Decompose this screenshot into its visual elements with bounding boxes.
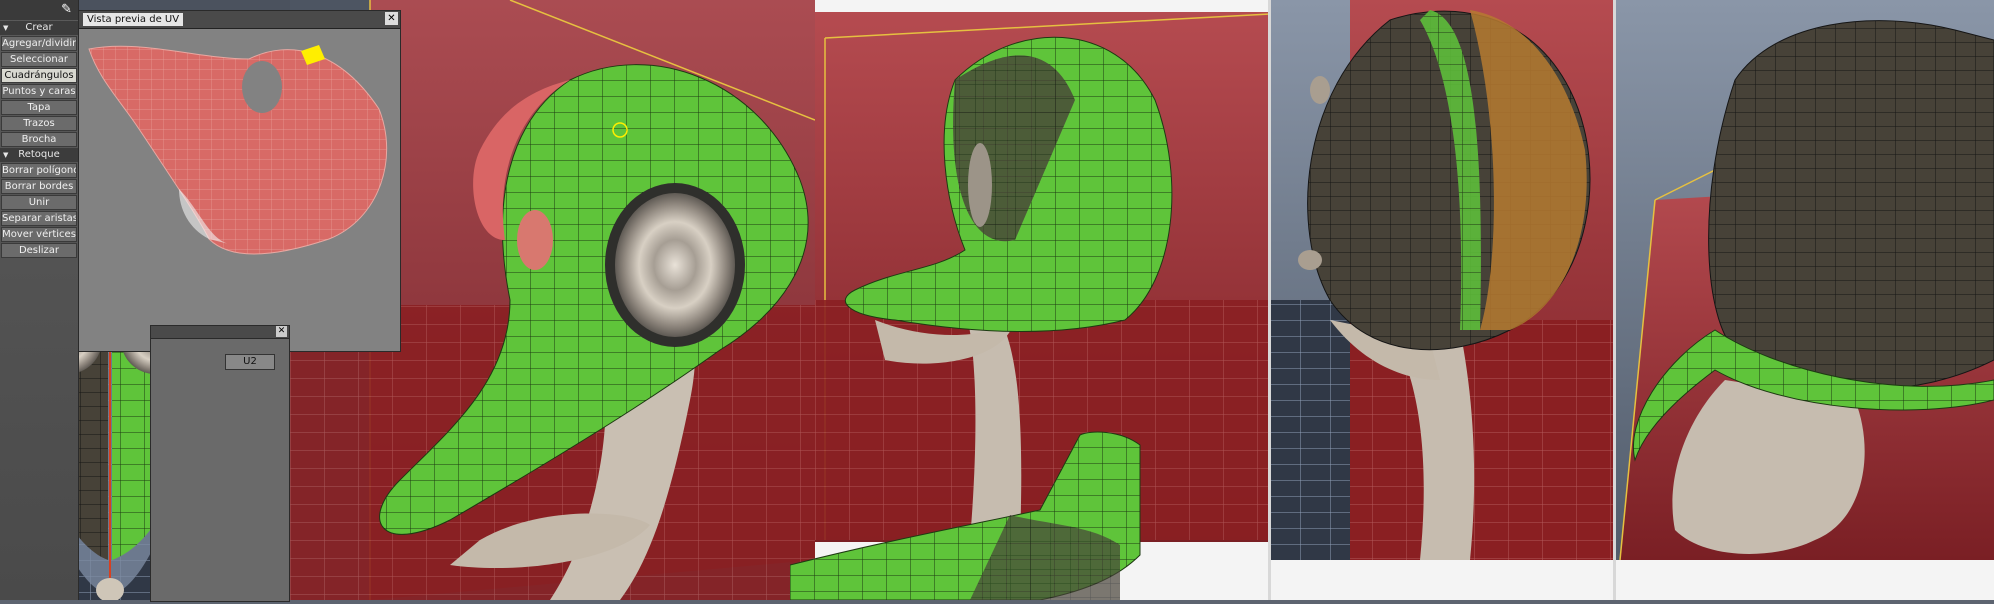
frame-divider <box>1613 0 1616 600</box>
tool-button[interactable]: Seleccionar <box>1 52 77 67</box>
tool-header: ✎ <box>0 0 78 20</box>
viewport-back[interactable] <box>1270 0 1615 600</box>
tool-sections: ▼ Crear Agregar/dividir Seleccionar Cuadráng… <box>0 21 78 258</box>
collapse-triangle-icon[interactable]: ▼ <box>3 148 8 162</box>
tool-button[interactable]: Deslizar <box>1 243 77 258</box>
secondary-window[interactable]: ✕ U2 <box>150 325 290 602</box>
tool-section-header[interactable]: ▼ Crear <box>0 21 78 35</box>
tool-button[interactable]: Trazos <box>1 116 77 131</box>
tool-button[interactable]: Unir <box>1 195 77 210</box>
tool-button[interactable]: Borrar polígonos <box>1 163 77 178</box>
tool-button[interactable]: Borrar bordes <box>1 179 77 194</box>
viewport-quarter-back[interactable] <box>1615 0 1994 600</box>
value-field[interactable]: U2 <box>225 354 275 370</box>
tool-button[interactable]: Cuadrángulos <box>1 68 77 83</box>
tool-button[interactable]: Mover vértices <box>1 227 77 242</box>
frame-divider <box>1268 0 1271 600</box>
tool-button[interactable]: Agregar/dividir <box>1 36 77 51</box>
brush-icon[interactable]: ✎ <box>61 2 72 17</box>
tool-button[interactable]: Separar aristas <box>1 211 77 226</box>
tool-panel: ✎ ▼ Crear Agregar/dividir Seleccionar Cuadrá… <box>0 0 79 600</box>
uv-window-titlebar[interactable]: Vista previa de UV ✕ <box>79 11 400 29</box>
tool-button[interactable]: Puntos y caras <box>1 84 77 99</box>
tool-section-header[interactable]: ▼ Retoque <box>0 148 78 162</box>
uv-window-title: Vista previa de UV <box>83 13 184 26</box>
tool-button[interactable]: Tapa <box>1 100 77 115</box>
collapse-triangle-icon[interactable]: ▼ <box>3 21 8 35</box>
close-icon[interactable]: ✕ <box>385 12 398 25</box>
close-icon[interactable]: ✕ <box>276 326 287 337</box>
uv-shell-strip <box>789 415 1270 601</box>
uv-preview-canvas[interactable] <box>79 29 400 351</box>
tool-section-label: Crear <box>25 22 53 33</box>
frame-divider <box>815 0 1270 10</box>
secondary-window-titlebar[interactable]: ✕ <box>151 326 289 339</box>
tool-button[interactable]: Brocha <box>1 132 77 147</box>
tool-section-label: Retoque <box>18 149 60 160</box>
uv-preview-window[interactable]: Vista previa de UV ✕ <box>78 10 401 352</box>
